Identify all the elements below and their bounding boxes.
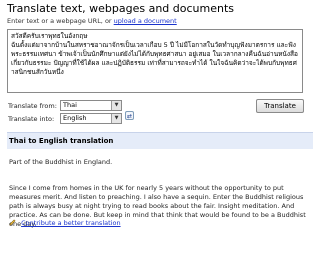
translate-into-select[interactable]: English ▼ <box>60 113 122 124</box>
translate-into-value: English <box>63 114 87 122</box>
source-text[interactable]: สวัสดีครับเราพุทธในอังกฤษ ฉันตั้งแต่มาจา… <box>11 32 299 77</box>
contribute-row: Contribute a better translation <box>9 219 121 227</box>
result-line: Part of the Buddhist in England. <box>9 158 113 166</box>
page-title: Translate text, webpages and documents <box>7 2 235 15</box>
result-header: Thai to English translation <box>7 132 313 149</box>
swap-languages-button[interactable]: ⇄ <box>125 111 134 120</box>
swap-icon: ⇄ <box>126 113 133 120</box>
chevron-down-icon: ▼ <box>111 101 121 110</box>
pencil-icon <box>9 219 16 226</box>
translate-button[interactable]: Translate <box>256 99 304 113</box>
source-text-area[interactable]: สวัสดีครับเราพุทธในอังกฤษ ฉันตั้งแต่มาจา… <box>7 29 303 93</box>
subtitle-text: Enter text or a webpage URL, or <box>7 17 112 25</box>
page-subtitle: Enter text or a webpage URL, or upload a… <box>7 17 177 25</box>
chevron-down-icon: ▼ <box>111 114 121 123</box>
translate-from-select[interactable]: Thai ▼ <box>60 100 122 111</box>
translate-from-value: Thai <box>63 101 77 109</box>
translate-from-label: Translate from: <box>8 102 57 110</box>
translate-into-label: Translate into: <box>8 115 55 123</box>
contribute-translation-link[interactable]: Contribute a better translation <box>21 219 120 227</box>
upload-document-link[interactable]: upload a document <box>114 17 177 25</box>
